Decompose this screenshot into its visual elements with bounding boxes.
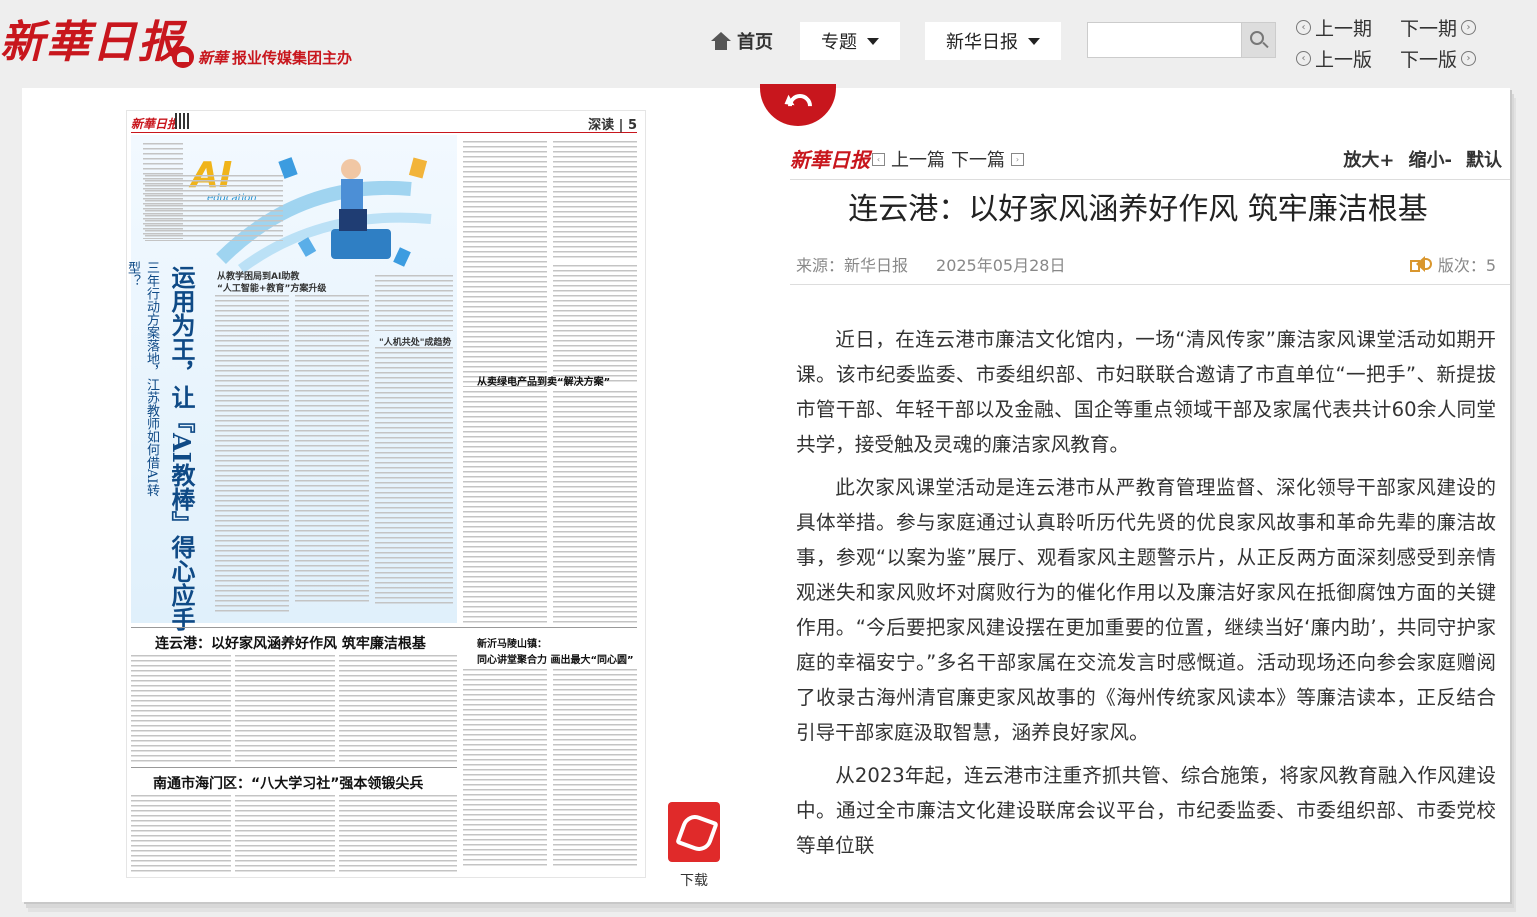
article-paragraph: 此次家风课堂活动是连云港市从严教育管理监督、深化领导干部家风建设的具体举措。参与… xyxy=(796,476,1496,744)
next-page-label: 下一版 xyxy=(1400,49,1458,71)
story2-title[interactable]: 连云港：以好家风涵养好作风 筑牢廉洁根基 xyxy=(155,633,426,653)
sub-head: “人工智能+教育”方案升级 xyxy=(217,284,327,294)
chevron-left-icon: ‹ xyxy=(1296,51,1311,66)
top-bar: 新華日报 新華 报业传媒集团主办 首页 专题 新华日报 ‹ 上一期 下一期 › … xyxy=(0,0,1537,86)
article-source: 来源：新华日报 xyxy=(796,256,909,275)
divider xyxy=(790,284,1510,285)
search-input[interactable] xyxy=(1087,22,1242,58)
ai-education-story-area[interactable]: AI education 三年行动方案落地，江苏教师如何借AI转型？ 运用为王，… xyxy=(126,135,457,631)
topic-dropdown[interactable]: 专题 xyxy=(800,22,900,60)
zoom-in-button[interactable]: 放大+ xyxy=(1343,146,1394,172)
next-issue-link[interactable]: 下一期 › xyxy=(1400,14,1477,41)
download-label[interactable]: 下载 xyxy=(668,870,720,890)
story-headline: 运用为王，让『AI教棒』得心应手 xyxy=(167,265,196,631)
article-meta: 来源：新华日报 2025年05月28日 xyxy=(796,252,1065,276)
topic-dropdown-label: 专题 xyxy=(821,32,857,53)
publisher-line: 新華 报业传媒集团主办 xyxy=(172,46,352,68)
next-page-link[interactable]: 下一版 › xyxy=(1400,45,1477,72)
article-title: 连云港：以好家风涵养好作风 筑牢廉洁根基 xyxy=(848,192,1428,227)
publisher-logo-icon xyxy=(172,46,194,68)
story4-title[interactable]: 南通市海门区：“八大学习社”强本领锻尖兵 xyxy=(153,773,423,793)
search-button[interactable] xyxy=(1242,22,1276,58)
caret-down-icon xyxy=(867,37,879,45)
nav-home-label: 首页 xyxy=(737,32,773,53)
qr-code-icon xyxy=(175,113,191,129)
prev-page-label: 上一版 xyxy=(1315,49,1373,71)
next-article-link[interactable]: 下一篇 xyxy=(951,146,1005,172)
article-logo: 新華日报 xyxy=(790,148,870,172)
prev-issue-label: 上一期 xyxy=(1315,18,1373,40)
zoom-default-button[interactable]: 默认 xyxy=(1466,146,1502,172)
masthead-logo[interactable]: 新華日报 xyxy=(0,6,184,70)
story3-subtitle[interactable]: 同心讲堂聚合力 画出最大“同心圆” xyxy=(477,651,634,666)
search-box xyxy=(1087,22,1276,58)
story-subheadline: 三年行动方案落地，江苏教师如何借AI转型？ xyxy=(126,261,159,497)
paper-dropdown-label: 新华日报 xyxy=(946,32,1018,53)
newspaper-section: 深读 | 5 xyxy=(588,118,637,133)
speaker-icon[interactable] xyxy=(1409,255,1432,273)
article-toolbar: 新華日报 ‹ 上一篇 下一篇 › 放大+ 缩小- 默认 xyxy=(790,140,1510,180)
next-issue-label: 下一期 xyxy=(1400,18,1458,40)
chevron-right-icon: › xyxy=(1461,51,1477,66)
article-nav: ‹ 上一篇 下一篇 › xyxy=(872,146,1024,172)
sub-head: 从卖绿电产品到卖“解决方案” xyxy=(477,377,611,388)
chevron-left-icon: ‹ xyxy=(872,152,885,166)
paper-dropdown[interactable]: 新华日报 xyxy=(925,22,1061,60)
zoom-controls: 放大+ 缩小- 默认 xyxy=(1343,146,1502,172)
nav-home-link[interactable]: 首页 xyxy=(711,28,773,54)
article-date: 2025年05月28日 xyxy=(936,256,1066,275)
zoom-out-button[interactable]: 缩小- xyxy=(1409,146,1452,172)
prev-page-link[interactable]: ‹ 上一版 xyxy=(1296,45,1372,72)
newspaper-page-image[interactable]: 新華日报 深读 | 5 AI educati xyxy=(126,110,646,878)
home-icon xyxy=(711,32,731,50)
edition-label: 版次：5 xyxy=(1437,256,1496,275)
main-panel: 新華日报 深读 | 5 AI educati xyxy=(22,84,1510,902)
story3-title[interactable]: 新沂马陵山镇： xyxy=(477,635,547,650)
article-body: 近日，在连云港市廉洁文化馆内，一场“清风传家”廉洁家风课堂活动如期开课。该市纪委… xyxy=(796,322,1496,902)
newspaper-page-header: 新華日报 深读 | 5 xyxy=(131,113,637,133)
prev-article-link[interactable]: 上一篇 xyxy=(891,146,945,172)
prev-issue-link[interactable]: ‹ 上一期 xyxy=(1296,14,1372,41)
article-paragraph: 从2023年起，连云港市注重齐抓共管、综合施策，将家风教育融入作风建设中。通过全… xyxy=(796,764,1496,857)
chevron-right-icon: › xyxy=(1461,20,1477,35)
article-panel: 新華日报 ‹ 上一篇 下一篇 › 放大+ 缩小- 默认 连云港：以好家风涵养好作… xyxy=(760,84,1510,902)
publisher-text: 报业传媒集团主办 xyxy=(232,48,353,67)
article-paragraph: 近日，在连云港市廉洁文化馆内，一场“清风传家”廉洁家风课堂活动如期开课。该市纪委… xyxy=(796,328,1496,456)
publisher-brand: 新華 xyxy=(198,48,229,67)
chevron-left-icon: ‹ xyxy=(1296,20,1311,35)
newspaper-logo: 新華日报 xyxy=(131,117,180,131)
chevron-right-icon: › xyxy=(1011,152,1024,166)
article-edition: 版次：5 xyxy=(1409,252,1496,276)
caret-down-icon xyxy=(1028,37,1040,45)
pdf-icon[interactable] xyxy=(668,802,720,862)
back-arrow-icon[interactable] xyxy=(760,84,836,126)
